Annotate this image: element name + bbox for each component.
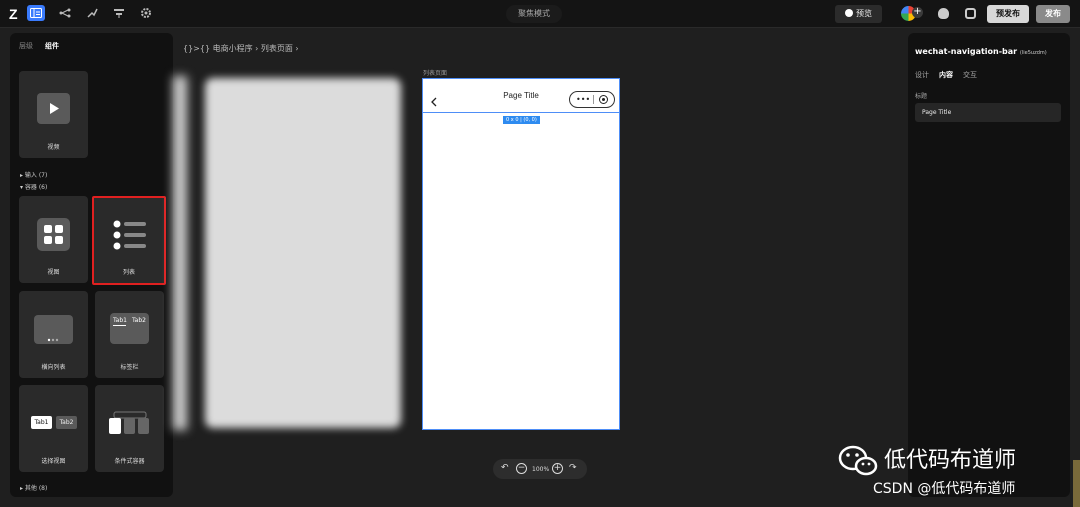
- section-container-label: 容器 (6): [24, 184, 48, 191]
- component-id: (lie5uzdm): [1019, 50, 1047, 56]
- swiper-tab2: Tab2: [56, 416, 77, 429]
- list-label: 列表: [122, 269, 135, 276]
- database-icon[interactable]: [965, 8, 976, 19]
- bug-icon[interactable]: [938, 8, 949, 19]
- app-logo: Z: [9, 6, 18, 22]
- tabbar-tab1: Tab1: [113, 317, 127, 324]
- component-title: wechat-navigation-bar (lie5uzdm): [915, 47, 1047, 56]
- add-collaborator-icon[interactable]: +: [912, 7, 923, 18]
- plugin-icon[interactable]: [83, 5, 101, 21]
- focus-mode-toggle[interactable]: 聚焦模式: [506, 5, 562, 23]
- more-icon[interactable]: •••: [576, 96, 590, 104]
- tab-layers[interactable]: 层级: [19, 41, 33, 51]
- component-horizontal-list[interactable]: 横向列表: [19, 291, 88, 378]
- play-icon: [845, 9, 853, 17]
- preview-label: 预览: [856, 9, 872, 18]
- top-toolbar: Z 聚焦模式 预览 + 预发布 发布: [0, 0, 1080, 28]
- component-conditional[interactable]: 条件式容器: [95, 385, 164, 472]
- align-icon[interactable]: [110, 5, 128, 21]
- zoom-level: 100%: [532, 466, 550, 473]
- edge-decoration: [1073, 460, 1080, 507]
- tab-components[interactable]: 组件: [45, 41, 59, 51]
- video-label: 视频: [47, 144, 60, 151]
- redo-icon[interactable]: ↷: [569, 463, 577, 473]
- watermark-subtitle: CSDN @低代码布道师: [873, 481, 1016, 497]
- breadcrumb[interactable]: {}>{} 电商小程序 › 列表页面 ›: [183, 43, 299, 54]
- title-field-label: 标题: [915, 93, 928, 100]
- dimension-tag: 0 x 0 | (0, 0): [503, 116, 540, 124]
- blurred-page-edge: [173, 76, 187, 430]
- grid-icon: [37, 218, 70, 251]
- watermark-title: 低代码布道师: [884, 448, 1017, 473]
- component-video[interactable]: 视频: [19, 71, 88, 158]
- menu-capsule[interactable]: •••: [569, 91, 615, 108]
- property-tabs: 设计 内容 交互: [915, 70, 977, 80]
- tab-design[interactable]: 设计: [915, 70, 929, 80]
- flow-icon[interactable]: [56, 5, 74, 21]
- tabbar-tab2: Tab2: [132, 317, 146, 324]
- conditional-label: 条件式容器: [114, 458, 145, 465]
- properties-panel: wechat-navigation-bar (lie5uzdm) 设计 内容 交…: [908, 33, 1070, 497]
- page-label: 列表页面: [423, 70, 448, 77]
- component-name: wechat-navigation-bar: [915, 47, 1018, 56]
- component-tabbar[interactable]: Tab1 Tab2 标签栏: [95, 291, 164, 378]
- section-input-label: 输入 (7): [24, 172, 48, 179]
- left-tabs: 层级 组件: [19, 41, 59, 51]
- blurred-page: [205, 78, 401, 428]
- component-view[interactable]: 视图: [19, 196, 88, 283]
- video-icon: [37, 93, 70, 124]
- zoom-in-icon[interactable]: +: [552, 463, 563, 474]
- undo-icon[interactable]: ↶: [501, 463, 509, 473]
- hscroll-label: 横向列表: [41, 364, 66, 371]
- wechat-navigation-bar[interactable]: Page Title •••: [423, 79, 619, 113]
- section-container[interactable]: ▾ 容器 (6): [20, 182, 47, 191]
- tab-content[interactable]: 内容: [939, 70, 953, 80]
- list-icon: [113, 218, 149, 252]
- title-field[interactable]: Page Title: [915, 103, 1061, 122]
- close-mini-icon[interactable]: [599, 95, 608, 104]
- section-other-label: 其他 (8): [24, 485, 48, 492]
- phone-canvas[interactable]: Page Title ••• 0 x 0 | (0, 0): [422, 78, 620, 430]
- swiper-label: 选择视图: [41, 458, 66, 465]
- section-input[interactable]: ▸ 输入 (7): [20, 170, 47, 179]
- settings-icon[interactable]: [137, 5, 155, 21]
- carousel-icon: [34, 315, 73, 344]
- layout-icon[interactable]: [27, 5, 45, 21]
- tab-interaction[interactable]: 交互: [963, 70, 977, 80]
- swiper-tab1: Tab1: [31, 416, 52, 429]
- view-label: 视图: [47, 269, 60, 276]
- zoom-bar: ↶ − 100% + ↷: [493, 459, 587, 479]
- preview-button[interactable]: 预览: [835, 5, 882, 23]
- component-swiper[interactable]: Tab1 Tab2 选择视图: [19, 385, 88, 472]
- component-panel: 层级 组件 视频 ▸ 输入 (7) ▾ 容器 (6) 视图 列表 横向列表 Ta…: [10, 33, 173, 497]
- component-list[interactable]: 列表: [92, 196, 166, 285]
- publish-button[interactable]: 发布: [1036, 5, 1070, 23]
- zoom-out-icon[interactable]: −: [516, 463, 527, 474]
- section-other[interactable]: ▸ 其他 (8): [20, 483, 47, 492]
- tabbar-label: 标签栏: [120, 364, 139, 371]
- prepublish-button[interactable]: 预发布: [987, 5, 1029, 23]
- conditional-icon: [108, 411, 152, 437]
- tabbar-icon: Tab1 Tab2: [110, 313, 149, 344]
- wechat-icon: [838, 444, 878, 476]
